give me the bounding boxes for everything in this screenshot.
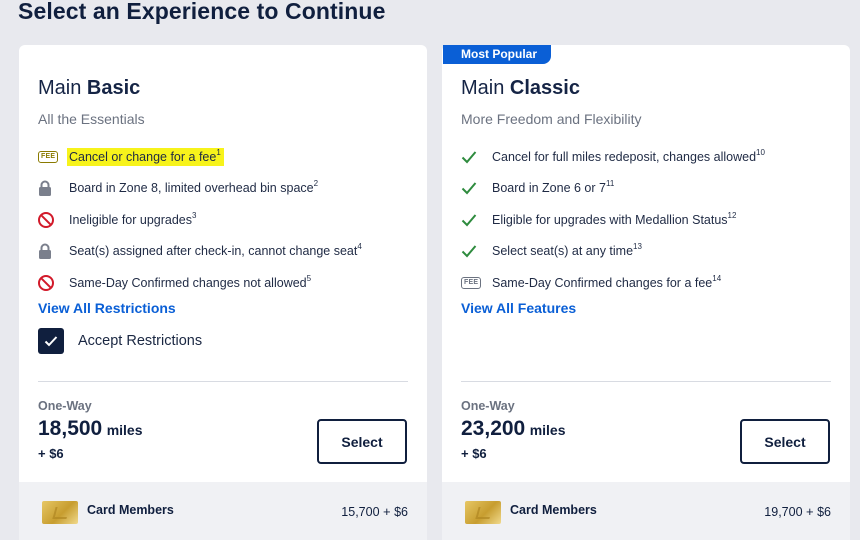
fare-title: Main Classic xyxy=(461,77,580,100)
credit-card-icon xyxy=(465,501,501,524)
feature-text: Select seat(s) at any time13 xyxy=(492,242,642,259)
feature-text: Same-Day Confirmed changes for a fee14 xyxy=(492,273,722,290)
miles-unit: miles xyxy=(529,422,566,438)
feature-text: Board in Zone 8, limited overhead bin sp… xyxy=(69,179,319,196)
accept-restrictions[interactable]: Accept Restrictions xyxy=(38,328,202,354)
most-popular-badge: Most Popular xyxy=(443,45,552,64)
miles-amount: 18,500 xyxy=(38,417,103,440)
accept-restrictions-label: Accept Restrictions xyxy=(78,333,203,349)
feature-text: Eligible for upgrades with Medallion Sta… xyxy=(492,210,737,227)
feature-item: Eligible for upgrades with Medallion Sta… xyxy=(461,204,765,236)
miles-price: 23,200 miles xyxy=(461,417,566,441)
card-members-price: 15,700 + $6 xyxy=(341,504,408,519)
view-all-restrictions-link[interactable]: View All Restrictions xyxy=(38,300,176,316)
feature-item: FEE Cancel or change for a fee1 xyxy=(38,141,362,173)
feature-item: FEE Same-Day Confirmed changes for a fee… xyxy=(461,267,765,299)
tax-amount: + $6 xyxy=(38,446,64,461)
fee-icon: FEE xyxy=(38,148,60,166)
miles-price: 18,500 miles xyxy=(38,417,143,441)
fee-icon: FEE xyxy=(461,274,483,292)
card-members-row: Card Members 15,700 + $6 xyxy=(19,482,427,540)
lock-icon xyxy=(38,179,60,197)
page-title: Select an Experience to Continue xyxy=(18,0,386,24)
trip-type: One-Way xyxy=(38,399,92,413)
miles-unit: miles xyxy=(106,422,143,438)
feature-text: Same-Day Confirmed changes not allowed5 xyxy=(69,273,312,290)
fare-subtitle: All the Essentials xyxy=(38,111,145,127)
feature-text: Seat(s) assigned after check-in, cannot … xyxy=(69,242,362,259)
feature-text: Cancel for full miles redeposit, changes… xyxy=(492,147,765,164)
no-entry-icon xyxy=(38,211,60,229)
check-icon xyxy=(461,242,483,260)
fare-title: Main Basic xyxy=(38,77,140,100)
feature-item: Ineligible for upgrades3 xyxy=(38,204,362,236)
feature-item: Cancel for full miles redeposit, changes… xyxy=(461,141,765,173)
card-members-row: Card Members 19,700 + $6 xyxy=(442,482,850,540)
divider xyxy=(461,381,831,382)
fare-card-main-basic: Main Basic All the Essentials FEE Cancel… xyxy=(19,45,427,540)
feature-text: Cancel or change for a fee1 xyxy=(67,147,224,166)
miles-amount: 23,200 xyxy=(461,417,526,440)
feature-text: Board in Zone 6 or 711 xyxy=(492,179,615,196)
trip-type: One-Way xyxy=(461,399,515,413)
tax-amount: + $6 xyxy=(461,446,487,461)
feature-list: FEE Cancel or change for a fee1 Board in… xyxy=(38,141,362,299)
check-icon xyxy=(461,148,483,166)
credit-card-icon xyxy=(42,501,78,524)
feature-list: Cancel for full miles redeposit, changes… xyxy=(461,141,765,299)
card-members-price: 19,700 + $6 xyxy=(764,504,831,519)
check-icon xyxy=(461,211,483,229)
feature-item: Same-Day Confirmed changes not allowed5 xyxy=(38,267,362,299)
fare-title-prefix: Main xyxy=(38,77,82,99)
view-all-features-link[interactable]: View All Features xyxy=(461,300,576,316)
feature-item: Seat(s) assigned after check-in, cannot … xyxy=(38,236,362,268)
accept-restrictions-checkbox[interactable] xyxy=(38,328,64,354)
card-members-label: Card Members xyxy=(510,503,597,517)
feature-text: Ineligible for upgrades3 xyxy=(69,210,197,227)
fare-title-bold: Classic xyxy=(509,77,580,99)
checkmark-icon xyxy=(44,336,58,347)
fare-title-bold: Basic xyxy=(86,77,141,99)
select-classic-button[interactable]: Select xyxy=(740,419,830,464)
check-icon xyxy=(461,179,483,197)
no-entry-icon xyxy=(38,274,60,292)
lock-icon xyxy=(38,242,60,260)
card-members-label: Card Members xyxy=(87,503,174,517)
feature-item: Board in Zone 6 or 711 xyxy=(461,173,765,205)
fare-title-prefix: Main xyxy=(461,77,505,99)
divider xyxy=(38,381,408,382)
feature-item: Board in Zone 8, limited overhead bin sp… xyxy=(38,173,362,205)
feature-item: Select seat(s) at any time13 xyxy=(461,236,765,268)
select-basic-button[interactable]: Select xyxy=(317,419,407,464)
fare-card-main-classic: Main Classic More Freedom and Flexibilit… xyxy=(442,45,850,540)
fare-subtitle: More Freedom and Flexibility xyxy=(461,111,642,127)
